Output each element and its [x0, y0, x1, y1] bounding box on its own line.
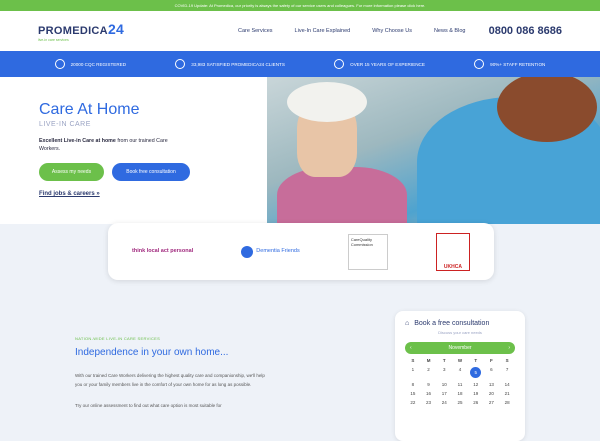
weekday-header: T — [474, 358, 478, 363]
weekday-header: S — [411, 358, 415, 363]
calendar-day[interactable]: 10 — [436, 382, 452, 387]
calendar-day[interactable]: 7 — [499, 367, 515, 378]
nav-live-in-care[interactable]: Live-In Care Explained — [295, 28, 351, 34]
ukhca-logo: UKHCA — [435, 232, 470, 271]
dementia-friends-logo: Dementia Friends — [241, 245, 300, 258]
covid-banner[interactable]: COVID-19 Update: At Promedica, our prior… — [0, 0, 600, 11]
booking-calendar: ⌂ Book a free consultation Discuss your c… — [395, 311, 525, 441]
month-selector[interactable]: ‹ November › — [405, 342, 515, 354]
section-paragraph: With our trained Care Workers delivering… — [75, 373, 265, 387]
calendar-day[interactable]: 25 — [452, 400, 468, 405]
calendar-day[interactable]: 16 — [421, 391, 437, 396]
section-title: Independence in your own home... — [75, 347, 229, 358]
book-consultation-button[interactable]: Book free consultation — [112, 163, 190, 182]
hero-text: Excellent Live-in Care at home from our … — [39, 138, 168, 152]
hero-photo — [267, 77, 600, 224]
calendar-day[interactable]: 9 — [421, 382, 437, 387]
assess-needs-button[interactable]: Assess my needs — [39, 163, 104, 182]
section-paragraph-2: Try our online assessment to find out wh… — [75, 403, 222, 409]
find-jobs-link[interactable]: Find jobs & careers » — [39, 191, 259, 197]
calendar-day[interactable]: 4 — [452, 367, 468, 378]
next-month-icon[interactable]: › — [508, 345, 510, 351]
promedica-logo[interactable]: PROMEDICA24 live-in care services — [38, 21, 188, 42]
weekday-header: W — [457, 358, 463, 363]
calendar-day[interactable]: 21 — [499, 391, 515, 396]
smile-icon — [175, 59, 186, 69]
weekday-header: M — [426, 358, 431, 363]
calendar-day[interactable]: 11 — [452, 382, 468, 387]
calendar-day[interactable]: 19 — [468, 391, 484, 396]
calendar-day[interactable]: 5 — [468, 367, 484, 378]
hands-icon — [334, 59, 345, 69]
calendar-day[interactable]: 15 — [405, 391, 421, 396]
nav-why-choose-us[interactable]: Why Choose Us — [372, 28, 412, 34]
calendar-title: Book a free consultation — [414, 320, 490, 327]
weekday-header: S — [505, 358, 509, 363]
users-icon — [474, 59, 485, 69]
nav-news-blog[interactable]: News & Blog — [434, 28, 466, 34]
calendar-day[interactable]: 24 — [436, 400, 452, 405]
calendar-day[interactable]: 6 — [484, 367, 500, 378]
cqc-icon — [54, 59, 65, 69]
section-kicker: NATION-WIDE LIVE-IN CARE SERVICES — [75, 336, 161, 341]
calendar-day[interactable]: 26 — [468, 400, 484, 405]
calendar-day[interactable]: 18 — [452, 391, 468, 396]
calendar-day[interactable]: 20 — [484, 391, 500, 396]
main-nav: PROMEDICA24 live-in care services Care S… — [0, 11, 600, 51]
calendar-day[interactable]: 1 — [405, 367, 421, 378]
stat-item: 20000 CQC REGISTERED — [54, 59, 126, 69]
stats-bar: 20000 CQC REGISTERED 33,983 SATISFIED PR… — [0, 51, 600, 77]
stat-item: OVER 15 YEARS OF EXPERIENCE — [334, 59, 425, 69]
calendar-day[interactable]: 2 — [421, 367, 437, 378]
weekday-header: F — [490, 358, 493, 363]
prev-month-icon[interactable]: ‹ — [410, 345, 412, 351]
calendar-day[interactable]: 28 — [499, 400, 515, 405]
calendar-day[interactable]: 17 — [436, 391, 452, 396]
calendar-day[interactable]: 14 — [499, 382, 515, 387]
phone-number[interactable]: 0800 086 8686 — [489, 25, 562, 37]
calendar-day[interactable]: 12 — [468, 382, 484, 387]
calendar-day[interactable]: 8 — [405, 382, 421, 387]
stat-item: 33,983 SATISFIED PROMEDICA24 CLIENTS — [175, 59, 285, 69]
partner-logos: think local act personal Dementia Friend… — [108, 223, 494, 280]
calendar-grid: S M T W T F S 1 2 3 4 5 6 7 8 9 10 11 12 13 14 15 16 17 18 19 20 21… — [405, 358, 515, 405]
calendar-subtitle: Discuss your care needs — [438, 330, 482, 335]
calendar-day[interactable]: 22 — [405, 400, 421, 405]
nav-care-services[interactable]: Care Services — [238, 28, 273, 34]
calendar-day[interactable]: 3 — [436, 367, 452, 378]
calendar-day[interactable]: 13 — [484, 382, 500, 387]
intro-section: NATION-WIDE LIVE-IN CARE SERVICES Indepe… — [0, 280, 600, 441]
hero-subtitle: LIVE-IN CARE — [39, 121, 91, 128]
think-local-logo: think local act personal — [132, 248, 194, 255]
flower-icon — [241, 245, 254, 258]
hero-section: Care At Home LIVE-IN CARE Excellent Live… — [0, 77, 600, 224]
stat-item: 90%+ STAFF RETENTION — [474, 59, 545, 69]
cqc-logo: CareQuality Commission — [347, 233, 388, 270]
calendar-day[interactable]: 27 — [484, 400, 500, 405]
home-icon: ⌂ — [405, 320, 410, 327]
calendar-day[interactable]: 23 — [421, 400, 437, 405]
weekday-header: T — [442, 358, 446, 363]
hero-title: Care At Home — [39, 101, 140, 118]
